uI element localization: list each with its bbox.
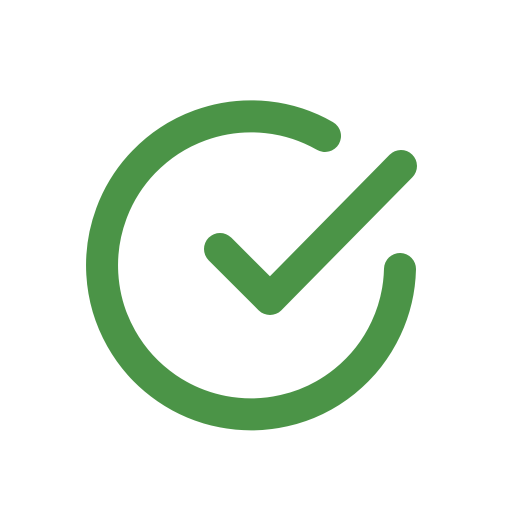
check-circle-icon — [86, 100, 417, 431]
icon-canvas — [0, 0, 513, 512]
checkmark — [204, 150, 417, 315]
